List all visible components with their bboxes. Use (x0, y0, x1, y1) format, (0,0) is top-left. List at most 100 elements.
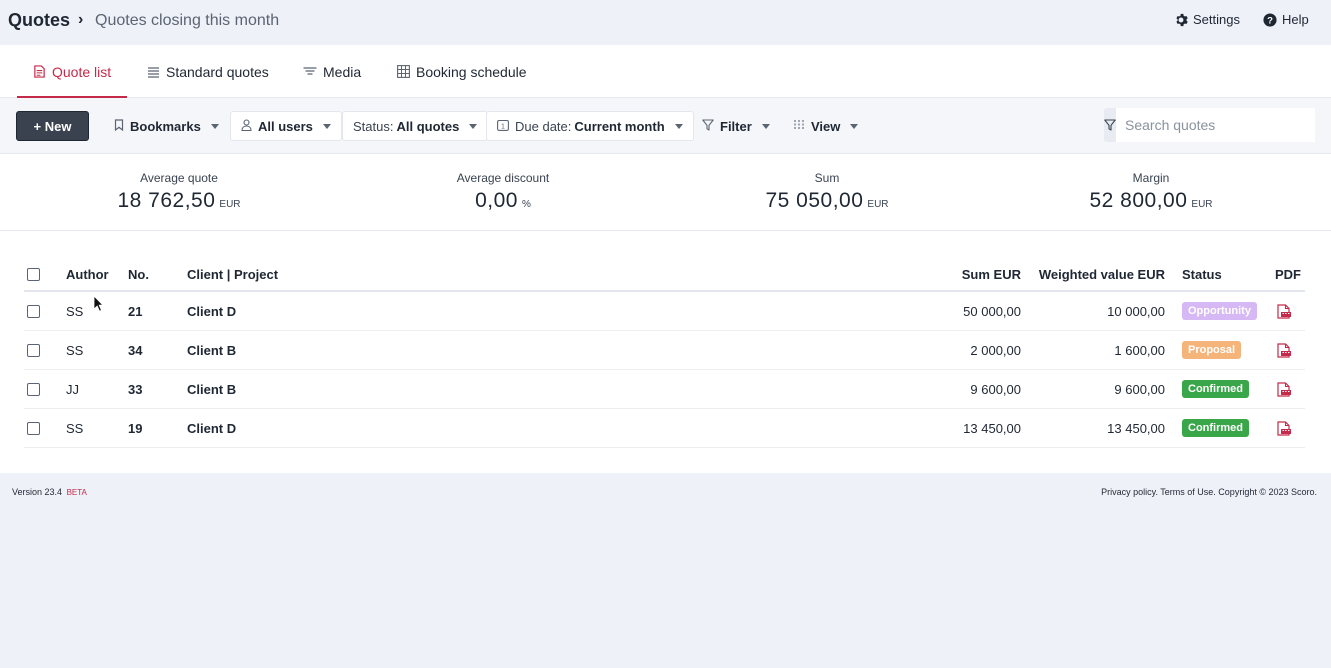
client-cell[interactable]: Client D (187, 409, 236, 447)
header-pdf: PDF (1275, 267, 1301, 282)
tab-bar: Quote list Standard quotes Media Booking… (0, 45, 1331, 98)
header-no[interactable]: No. (128, 259, 149, 290)
table-row[interactable]: SS 34 Client B 2 000,00 1 600,00 Proposa… (24, 331, 1305, 370)
help-label: Help (1282, 12, 1309, 27)
settings-label: Settings (1193, 12, 1240, 27)
client-cell[interactable]: Client B (187, 331, 236, 369)
row-checkbox[interactable] (27, 421, 40, 435)
tab-standard-quotes[interactable]: Standard quotes (147, 45, 269, 98)
pdf-button[interactable] (1276, 409, 1291, 447)
stat-margin: Margin 52 800,00 EUR (1021, 171, 1281, 213)
client-cell[interactable]: Client B (187, 370, 236, 408)
select-all-checkbox[interactable] (27, 268, 40, 281)
grid-icon (397, 65, 410, 78)
sum-cell: 50 000,00 (963, 303, 1021, 319)
row-checkbox[interactable] (27, 343, 40, 357)
table-row[interactable]: JJ 33 Client B 9 600,00 9 600,00 Confirm… (24, 370, 1305, 409)
version-text: Version 23.4 (12, 487, 63, 497)
table-row[interactable]: SS 19 Client D 13 450,00 13 450,00 Confi… (24, 409, 1305, 448)
stat-value: 75 050,00 (765, 189, 864, 212)
weighted-cell: 9 600,00 (1114, 381, 1165, 397)
header-weighted[interactable]: Weighted value EUR (1024, 259, 1165, 290)
chevron-down-icon (210, 123, 219, 129)
search-input[interactable] (1116, 108, 1315, 142)
view-dropdown[interactable]: View (783, 111, 868, 141)
media-icon (303, 66, 317, 78)
filter-dropdown[interactable]: Filter (692, 111, 780, 141)
help-icon: ? (1262, 12, 1277, 27)
client-cell[interactable]: Client D (187, 292, 236, 330)
chevron-down-icon (761, 123, 770, 129)
stat-value: 0,00 (475, 189, 518, 212)
pdf-button[interactable] (1276, 331, 1291, 369)
pdf-icon (1277, 420, 1291, 436)
status-badge[interactable]: Proposal (1182, 341, 1242, 359)
settings-link[interactable]: Settings (1173, 12, 1240, 27)
stat-unit: EUR (867, 199, 889, 210)
stat-value: 18 762,50 (117, 189, 216, 212)
stat-average-discount: Average discount 0,00% (373, 171, 633, 213)
pdf-icon (1277, 381, 1291, 397)
version-label: Version 23.4 BETA (12, 487, 87, 497)
pdf-button[interactable] (1276, 292, 1291, 330)
quotes-table: Author No. Client | Project Sum EUR Weig… (24, 259, 1305, 448)
beta-badge: BETA (66, 488, 87, 497)
row-checkbox[interactable] (27, 304, 40, 318)
tab-quote-list[interactable]: Quote list (16, 45, 128, 98)
due-date-prefix: Due date: (515, 118, 572, 134)
tab-media[interactable]: Media (303, 45, 361, 98)
header-status[interactable]: Status (1182, 259, 1222, 290)
svg-text:1: 1 (501, 123, 505, 130)
search-filter-button[interactable] (1104, 108, 1116, 142)
pdf-icon (1277, 342, 1291, 358)
author-cell: SS (66, 420, 84, 436)
stat-average-quote: Average quote 18 762,50 EUR (49, 171, 309, 213)
status-badge[interactable]: Confirmed (1182, 419, 1249, 437)
sum-cell: 13 450,00 (963, 420, 1021, 436)
status-dropdown[interactable]: Status: All quotes (342, 111, 489, 141)
author-cell: SS (66, 342, 84, 358)
pdf-icon (1277, 303, 1291, 319)
user-icon (241, 118, 252, 134)
help-link[interactable]: ? Help (1262, 12, 1309, 27)
breadcrumb-separator: › (78, 11, 84, 28)
filter-icon (1104, 119, 1116, 131)
table-header: Author No. Client | Project Sum EUR Weig… (24, 259, 1305, 292)
chevron-down-icon (850, 123, 859, 129)
view-label: View (811, 118, 841, 134)
legal-footer[interactable]: Privacy policy. Terms of Use. Copyright … (1101, 487, 1317, 497)
bookmark-icon (114, 118, 124, 134)
status-badge[interactable]: Confirmed (1182, 380, 1249, 398)
due-date-dropdown[interactable]: 1 Due date: Current month (486, 111, 694, 141)
pdf-button[interactable] (1276, 370, 1291, 408)
quote-number[interactable]: 19 (128, 409, 142, 447)
stat-label: Average quote (140, 171, 218, 185)
bookmarks-label: Bookmarks (130, 118, 201, 134)
stat-unit: EUR (1191, 199, 1213, 210)
row-checkbox[interactable] (27, 382, 40, 396)
stat-value: 52 800,00 (1089, 189, 1188, 212)
status-prefix: Status: (353, 118, 394, 134)
weighted-cell: 10 000,00 (1107, 303, 1165, 319)
stat-unit: EUR (219, 199, 241, 210)
header-sum[interactable]: Sum EUR (844, 259, 1021, 290)
list-icon (147, 66, 160, 78)
main-panel: Quote list Standard quotes Media Booking… (0, 45, 1331, 473)
breadcrumb-root[interactable]: Quotes (8, 10, 70, 31)
header-client[interactable]: Client | Project (187, 259, 278, 290)
new-button[interactable]: + New (16, 111, 89, 141)
tab-booking-schedule[interactable]: Booking schedule (397, 45, 527, 98)
chevron-down-icon (674, 123, 683, 129)
stat-label: Sum (814, 171, 840, 185)
stat-unit: % (521, 199, 531, 210)
quote-number[interactable]: 34 (128, 331, 142, 369)
stat-label: Average discount (456, 171, 550, 185)
weighted-cell: 1 600,00 (1114, 342, 1165, 358)
users-dropdown[interactable]: All users (230, 111, 342, 141)
bookmarks-dropdown[interactable]: Bookmarks (104, 111, 229, 141)
table-row[interactable]: SS 21 Client D 50 000,00 10 000,00 Oppor… (24, 292, 1305, 331)
header-author[interactable]: Author (66, 259, 109, 290)
status-badge[interactable]: Opportunity (1182, 302, 1257, 320)
quote-number[interactable]: 21 (128, 292, 142, 330)
quote-number[interactable]: 33 (128, 370, 142, 408)
